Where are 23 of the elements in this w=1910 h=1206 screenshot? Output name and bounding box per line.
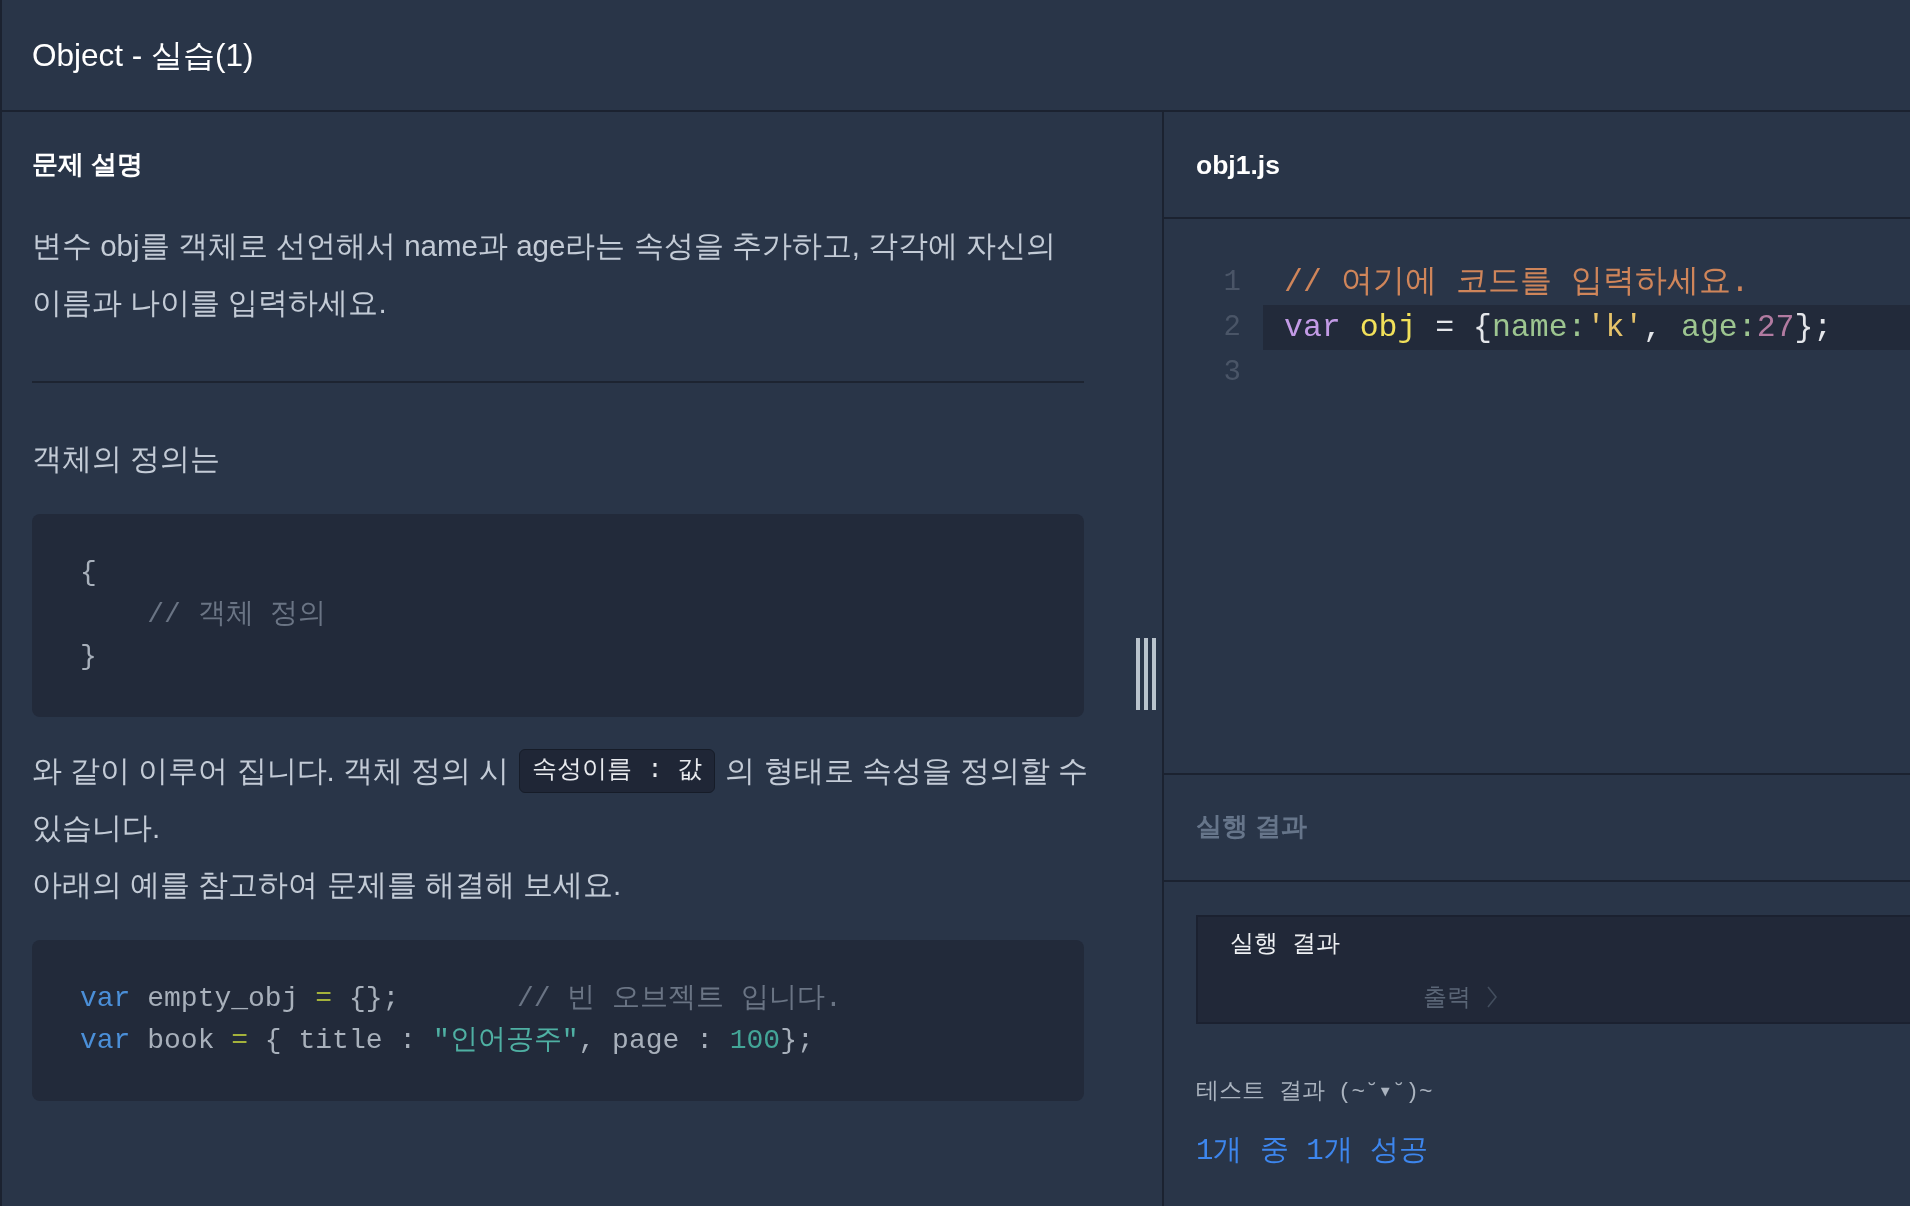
section-heading: 문제 설명 xyxy=(32,149,144,180)
code-line: // 여기에 코드를 입력하세요. xyxy=(1284,264,1750,302)
test-result-label: 테스트 결과 (~˘▾˘)~ xyxy=(1196,1078,1433,1107)
description-text: 변수 obj를 객체로 선언해서 name과 age라는 속성을 추가하고, 각각에 자신의 이름과 나이를 입력하세요. xyxy=(32,228,1058,321)
output-title: 실행 결과 xyxy=(1230,930,1341,960)
code-line: var book = { title : "인어공주", page : 100}; xyxy=(80,1024,814,1058)
inline-code: 속성이름 : 값 xyxy=(519,748,716,793)
test-summary: 1개 중 1개 성공 xyxy=(1196,1134,1428,1170)
paragraph-text: 와 같이 이루어 집니다. 객체 정의 시 xyxy=(32,753,510,789)
result-heading: 실행 결과 xyxy=(1196,810,1308,842)
page-title: Object - 실습(1) xyxy=(32,36,254,74)
paragraph-text: 아래의 예를 참고하여 문제를 해결해 보세요. xyxy=(32,867,622,903)
paragraph-text: 의 형태로 속성을 정의할 수 xyxy=(725,753,1089,789)
code-line: { xyxy=(80,556,97,590)
code-line: var obj = {name:'k', age:27}; xyxy=(1284,309,1833,347)
code-line: // 객체 정의 xyxy=(146,598,327,632)
code-line: } xyxy=(80,640,97,674)
paragraph-text: 객체의 정의는 xyxy=(32,441,221,477)
file-tab[interactable]: obj1.js xyxy=(1196,148,1280,181)
code-line: var empty_obj = {}; // 빈 오브젝트 입니다. xyxy=(80,982,842,1016)
grip-icon[interactable] xyxy=(1136,638,1156,710)
paragraph-text: 있습니다. xyxy=(32,810,161,846)
chevron-right-icon xyxy=(1487,986,1497,1008)
